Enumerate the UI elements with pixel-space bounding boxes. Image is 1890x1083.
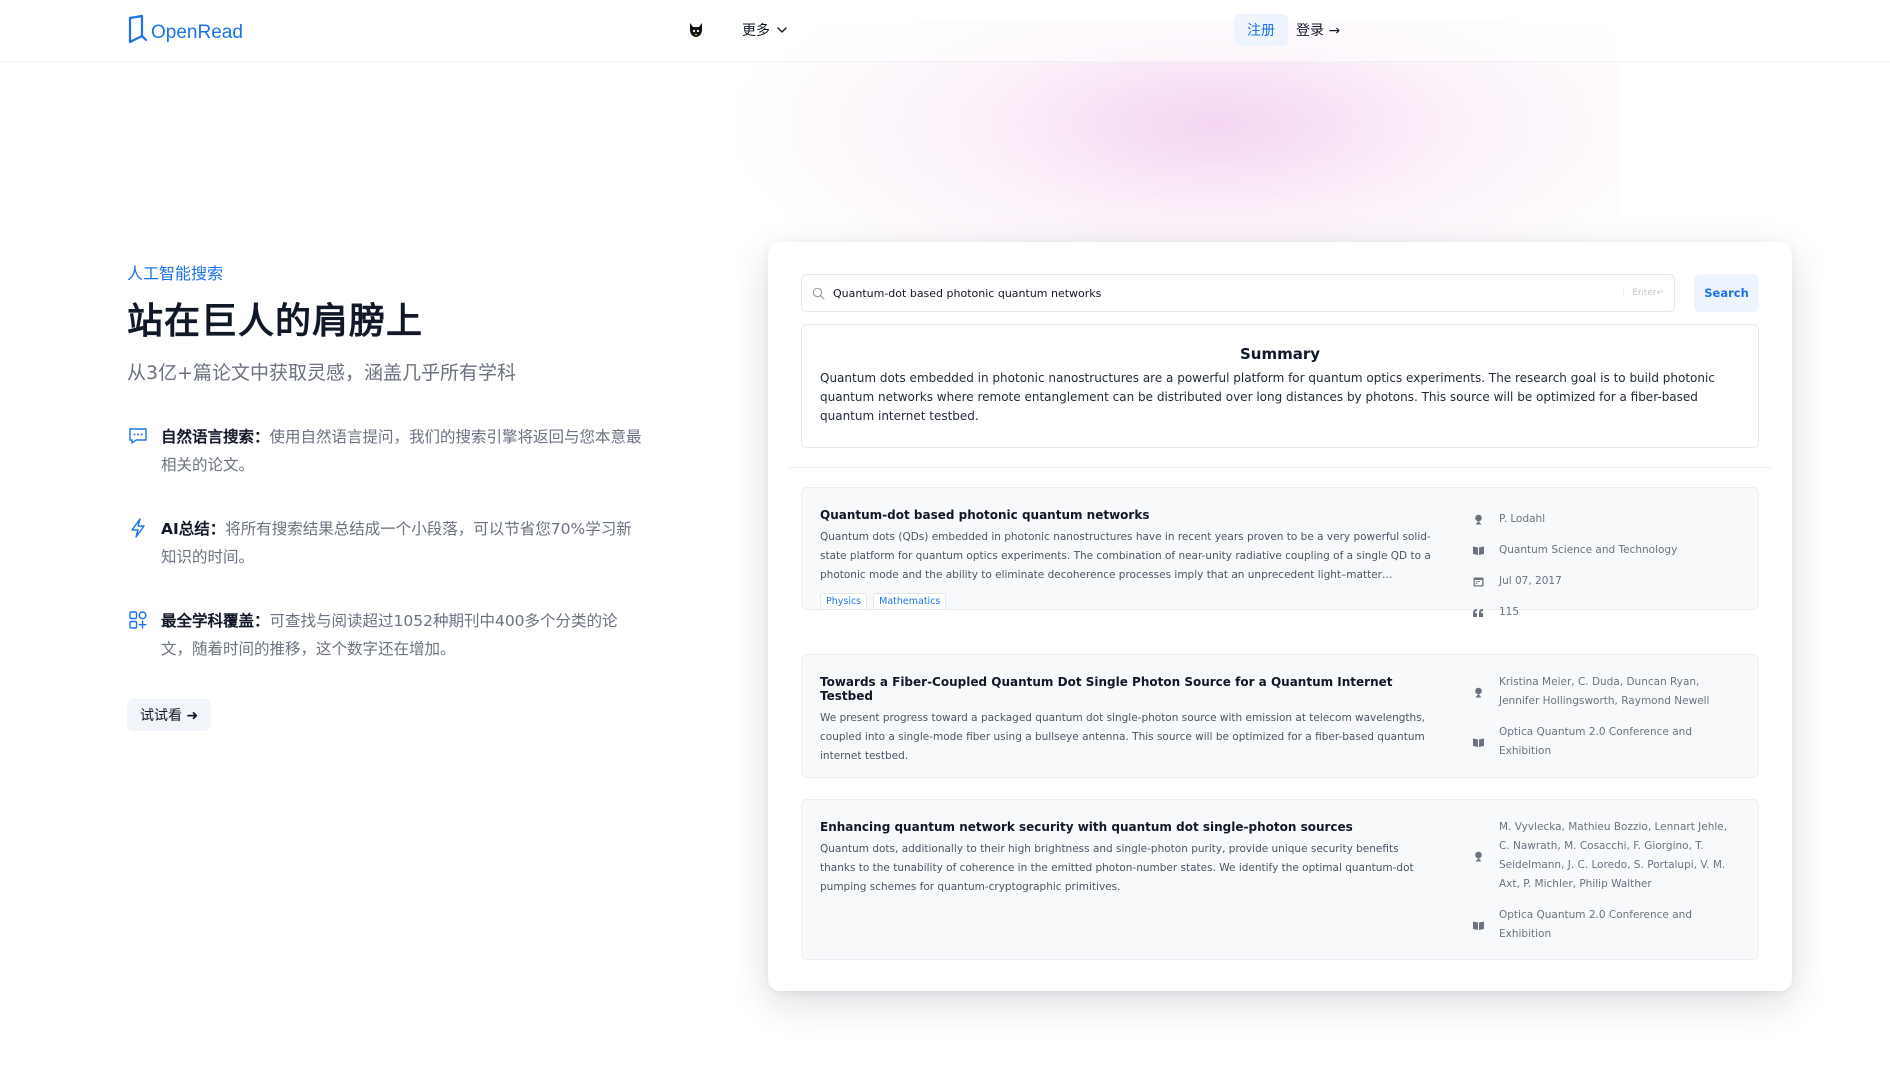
summary-text: Quantum dots embedded in photonic nanost… (820, 371, 1715, 423)
search-icon (812, 287, 825, 300)
feature-desc: 将所有搜索结果总结成一个小段落，可以节省您70%学习新知识的时间。 (161, 520, 632, 566)
more-menu[interactable]: 更多 (742, 20, 788, 40)
result-authors: M. Vyvlecka, Mathieu Bozzio, Lennart Jeh… (1499, 821, 1728, 890)
lightning-icon (131, 518, 145, 538)
feature-title: AI总结： (161, 520, 226, 538)
feature-title: 最全学科覆盖： (161, 612, 270, 630)
feature-title: 自然语言搜索： (161, 428, 270, 446)
login-button[interactable]: 登录 → (1296, 20, 1340, 40)
result-meta: P. Lodahl Quantum Science and Technology… (1471, 510, 1741, 622)
hero-subtitle: 从3亿+篇论文中获取灵感，涵盖几乎所有学科 (127, 362, 517, 384)
hero-section: 人工智能搜索 站在巨人的肩膀上 从3亿+篇论文中获取灵感，涵盖几乎所有学科 自然… (127, 260, 647, 731)
result-card[interactable]: Enhancing quantum network security with … (801, 799, 1759, 960)
result-card[interactable]: Quantum-dot based photonic quantum netwo… (801, 487, 1759, 618)
logo-text: OpenRead (151, 22, 243, 43)
result-title[interactable]: Towards a Fiber-Coupled Quantum Dot Sing… (820, 675, 1432, 703)
more-label: 更多 (742, 23, 770, 39)
tag-mathematics[interactable]: Mathematics (873, 593, 947, 610)
result-title[interactable]: Quantum-dot based photonic quantum netwo… (820, 508, 1432, 522)
grid-icon (129, 611, 147, 629)
result-date: Jul 07, 2017 (1499, 575, 1562, 587)
demo-search-card: Quantum-dot based photonic quantum netwo… (768, 242, 1792, 991)
feature-item: 自然语言搜索：使用自然语言提问，我们的搜索引擎将返回与您本意最相关的论文。 (127, 423, 647, 479)
chevron-down-icon (777, 27, 787, 33)
search-button[interactable]: Search (1694, 274, 1759, 312)
top-nav: OpenRead 更多 注册 登录 → (0, 0, 1890, 62)
feature-item: AI总结：将所有搜索结果总结成一个小段落，可以节省您70%学习新知识的时间。 (127, 515, 647, 571)
result-abstract: We present progress toward a packaged qu… (820, 712, 1426, 762)
search-query: Quantum-dot based photonic quantum netwo… (833, 286, 1102, 300)
logo[interactable]: OpenRead (127, 14, 243, 46)
feature-item: 最全学科覆盖：可查找与阅读超过1052种期刊中400多个分类的论文，随着时间的推… (127, 607, 647, 663)
tag-list: Physics Mathematics (820, 593, 1432, 610)
author-icon (1471, 514, 1485, 525)
result-abstract: Quantum dots, additionally to their high… (820, 843, 1414, 893)
result-title[interactable]: Enhancing quantum network security with … (820, 820, 1432, 834)
hero-title: 站在巨人的肩膀上 (127, 301, 424, 342)
book-icon (1471, 737, 1485, 748)
summary-title: Summary (1239, 345, 1321, 363)
result-venue: Quantum Science and Technology (1499, 544, 1678, 556)
result-authors: P. Lodahl (1499, 513, 1546, 525)
calendar-icon (1471, 576, 1485, 587)
result-card[interactable]: Towards a Fiber-Coupled Quantum Dot Sing… (801, 654, 1759, 778)
result-citations: 115 (1499, 606, 1520, 618)
result-meta: M. Vyvlecka, Mathieu Bozzio, Lennart Jeh… (1471, 818, 1741, 944)
enter-hint: Enter↵ (1623, 288, 1664, 298)
result-venue: Optica Quantum 2.0 Conference and Exhibi… (1499, 909, 1692, 940)
divider (788, 467, 1772, 468)
author-icon (1471, 687, 1485, 698)
quote-icon (1471, 608, 1485, 618)
cat-icon[interactable] (686, 20, 706, 40)
book-icon (1471, 545, 1485, 556)
author-icon (1471, 851, 1485, 862)
result-venue: Optica Quantum 2.0 Conference and Exhibi… (1499, 726, 1692, 757)
hero-kicker: 人工智能搜索 (127, 264, 224, 283)
result-abstract: Quantum dots (QDs) embedded in photonic … (820, 531, 1431, 581)
tag-physics[interactable]: Physics (820, 593, 868, 610)
search-input[interactable]: Quantum-dot based photonic quantum netwo… (801, 274, 1675, 312)
book-icon (1471, 920, 1485, 931)
try-it-button[interactable]: 试试看 ➜ (127, 699, 212, 731)
result-authors: Kristina Meier, C. Duda, Duncan Ryan, Je… (1499, 676, 1710, 707)
result-meta: Kristina Meier, C. Duda, Duncan Ryan, Je… (1471, 673, 1741, 761)
summary-panel: Summary Quantum dots embedded in photoni… (801, 324, 1759, 448)
chat-bubble-icon (129, 428, 147, 444)
logo-icon (128, 14, 148, 44)
register-button[interactable]: 注册 (1234, 14, 1288, 46)
